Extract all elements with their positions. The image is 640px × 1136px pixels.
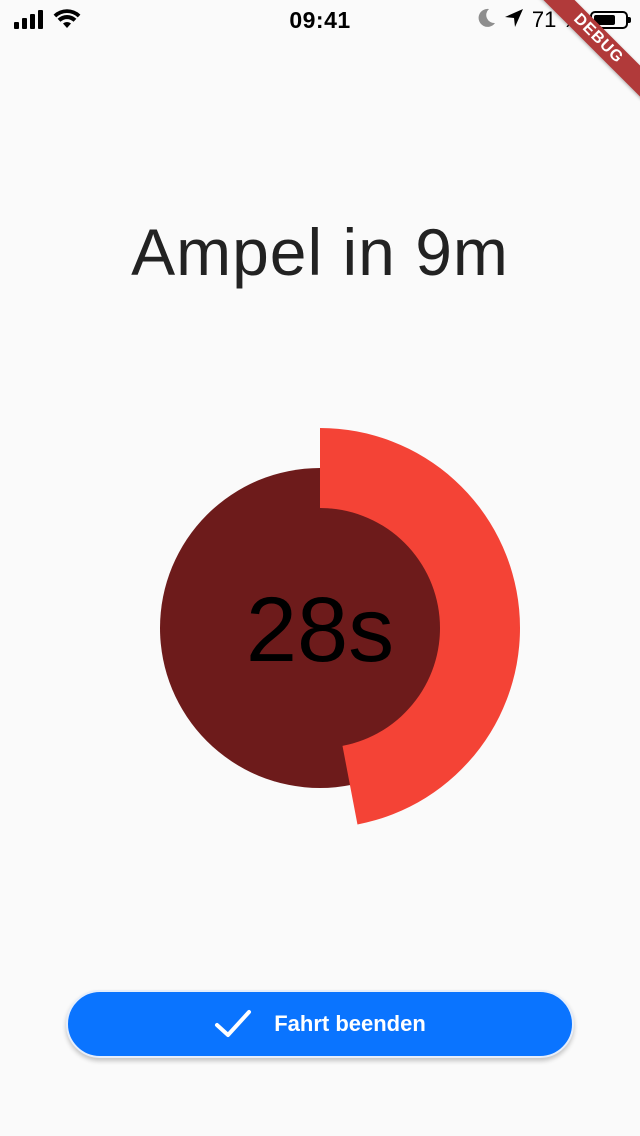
- finish-trip-button[interactable]: Fahrt beenden: [66, 990, 574, 1058]
- finish-trip-label: Fahrt beenden: [274, 1011, 426, 1036]
- location-arrow-icon: [504, 8, 524, 33]
- moon-icon: [478, 8, 496, 33]
- countdown-label: 28s: [245, 579, 395, 681]
- status-bar: 09:41 71 %: [0, 0, 640, 40]
- page-title: Ampel in 9m: [131, 215, 509, 289]
- countdown-dial: 28s: [120, 388, 520, 868]
- status-right: 71 %: [478, 7, 631, 33]
- check-icon: [214, 1009, 252, 1039]
